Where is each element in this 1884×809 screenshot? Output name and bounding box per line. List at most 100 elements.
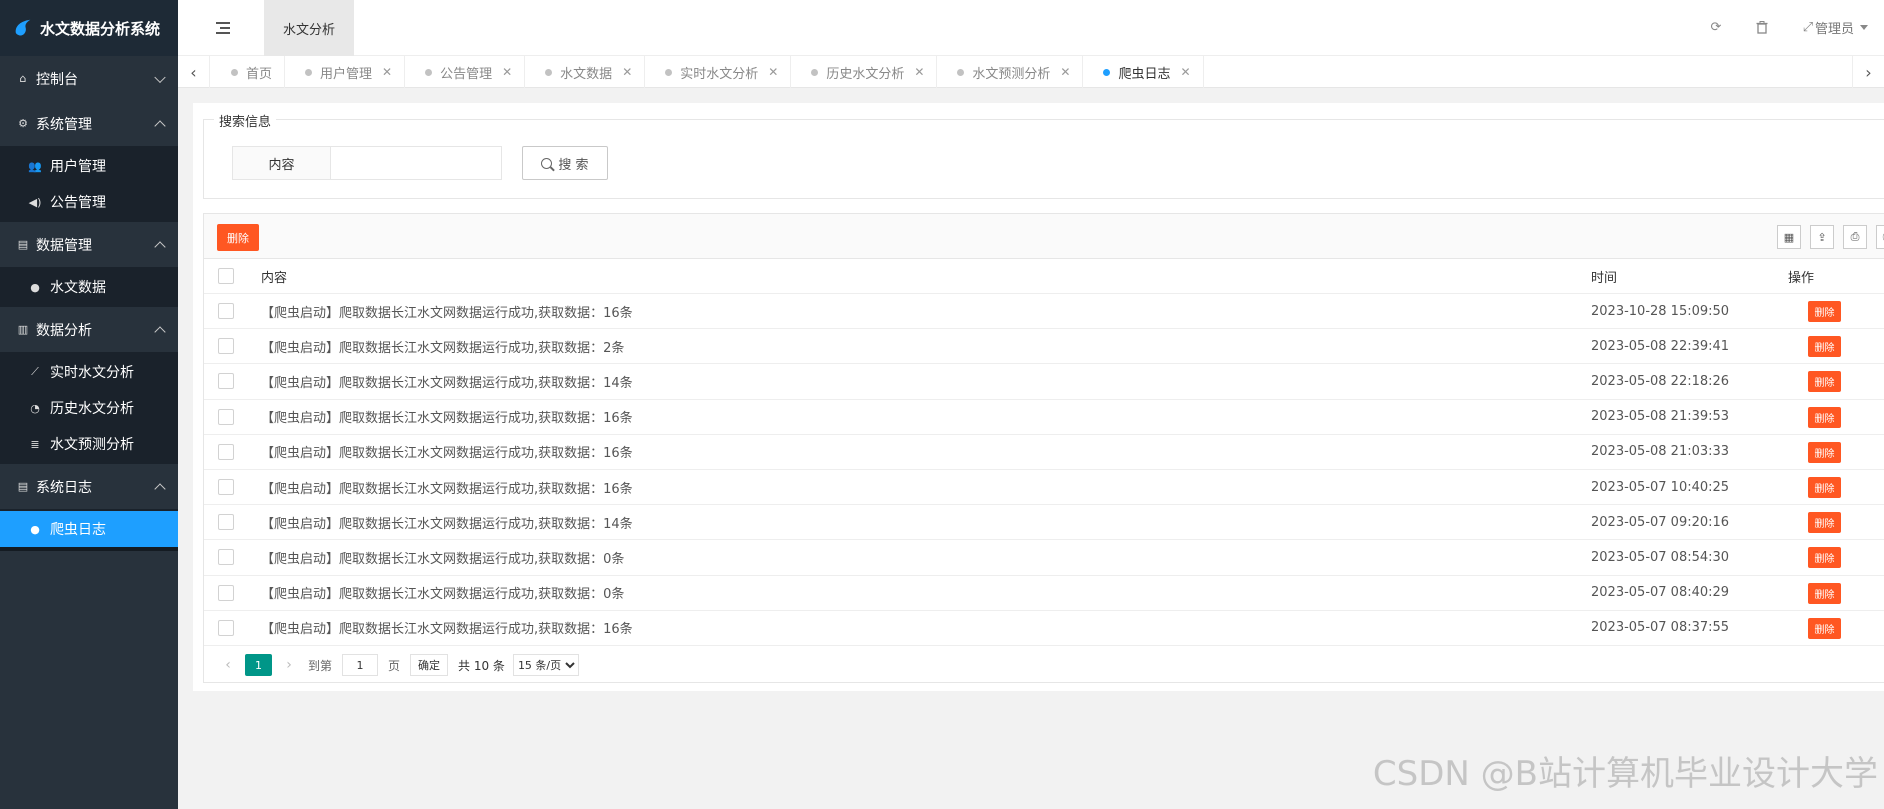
fullscreen-icon[interactable]: ⤢ <box>1800 19 1816 35</box>
row-delete-button[interactable]: 删除 <box>1808 547 1841 569</box>
sidebar-group-logs[interactable]: ▤ 系统日志 <box>0 464 178 509</box>
close-icon[interactable]: ✕ <box>1060 65 1070 79</box>
database-icon: ≣ <box>30 437 40 451</box>
sidebar-item-label: 水文预测分析 <box>50 437 134 453</box>
close-icon[interactable]: ✕ <box>1181 65 1191 79</box>
page-tabs: 首页 用户管理 ✕ 公告管理 ✕ 水文数据 ✕ 实时水文分析 ✕ 历史水文分析 … <box>211 56 1204 88</box>
tab-label: 实时水文分析 <box>680 66 759 82</box>
tab-label: 首页 <box>246 66 273 82</box>
row-checkbox[interactable] <box>218 443 234 460</box>
refresh-icon[interactable]: ⟳ <box>1708 19 1724 35</box>
chevron-up-icon <box>154 240 166 253</box>
next-page-icon[interactable]: › <box>276 657 302 673</box>
sidebar-item-label: 历史水文分析 <box>50 401 134 417</box>
module-tab[interactable]: 水文分析 <box>264 0 354 56</box>
row-delete-button[interactable]: 删除 <box>1808 301 1841 323</box>
table-icon: ▤ <box>17 480 29 493</box>
tabs-scroll-right-icon[interactable]: › <box>1852 56 1884 88</box>
row-checkbox[interactable] <box>218 479 234 496</box>
row-delete-button[interactable]: 删除 <box>1808 617 1841 639</box>
tab-hydro-data[interactable]: 水文数据 ✕ <box>525 56 646 88</box>
sidebar-item-history-analysis[interactable]: ◔ 历史水文分析 <box>0 390 178 426</box>
current-page[interactable]: 1 <box>245 654 272 677</box>
row-delete-button[interactable]: 删除 <box>1808 582 1841 604</box>
row-checkbox[interactable] <box>218 303 234 320</box>
trash-icon[interactable] <box>1754 19 1770 35</box>
row-checkbox[interactable] <box>218 619 234 636</box>
row-content: 【爬虫启动】爬取数据长江水文网数据运行成功,获取数据：2条 <box>261 340 625 356</box>
row-delete-button[interactable]: 删除 <box>1808 441 1841 463</box>
tab-crawler-log[interactable]: 爬虫日志 ✕ <box>1083 56 1204 88</box>
close-icon[interactable]: ✕ <box>502 65 512 79</box>
globe-icon: ● <box>30 522 40 536</box>
content-search-input[interactable] <box>331 147 501 179</box>
row-delete-button[interactable]: 删除 <box>1808 371 1841 393</box>
tab-label: 公告管理 <box>440 66 493 82</box>
tab-forecast-analysis[interactable]: 水文预测分析 ✕ <box>937 56 1084 88</box>
sidebar-group-system[interactable]: ⚙ 系统管理 <box>0 101 178 146</box>
batch-delete-button[interactable]: 删除 <box>217 224 259 251</box>
row-delete-button[interactable]: 删除 <box>1808 512 1841 534</box>
sidebar-divider <box>0 547 178 551</box>
sidebar-item-label: 实时水文分析 <box>50 365 134 381</box>
watermark: CSDN @B站计算机毕业设计大学 <box>1372 754 1878 794</box>
sidebar-group-body: ● 水文数据 <box>0 267 178 307</box>
sidebar-group-data[interactable]: ▤ 数据管理 <box>0 222 178 267</box>
volume-icon: ◀) <box>28 195 42 209</box>
row-checkbox[interactable] <box>218 338 234 355</box>
sidebar-item-label: 水文数据 <box>50 280 106 296</box>
menu-toggle-icon[interactable] <box>216 22 230 34</box>
goto-page-input[interactable] <box>342 654 379 677</box>
row-time: 2023-05-07 08:37:55 <box>1591 620 1730 636</box>
sidebar-group-label: 数据管理 <box>36 237 92 254</box>
info-icon[interactable]: ⓘ <box>1876 225 1884 249</box>
line-chart-icon: ⟋ <box>31 365 39 378</box>
prev-page-icon[interactable]: ‹ <box>215 657 241 673</box>
select-all-checkbox[interactable] <box>218 268 234 284</box>
sidebar-item-hydro-data[interactable]: ● 水文数据 <box>0 269 178 305</box>
page-unit-label: 页 <box>388 658 401 673</box>
tabs-scroll-left-icon[interactable]: ‹ <box>178 56 210 88</box>
table-row: 【爬虫启动】爬取数据长江水文网数据运行成功,获取数据：14条 2023-05-0… <box>204 364 1884 400</box>
tab-realtime-analysis[interactable]: 实时水文分析 ✕ <box>645 56 792 88</box>
tab-home[interactable]: 首页 <box>211 56 286 88</box>
sidebar-item-users[interactable]: 👥 用户管理 <box>0 148 178 184</box>
app-logo[interactable]: 水文数据分析系统 <box>0 0 178 56</box>
page-size-select[interactable]: 15 条/页 <box>512 654 579 677</box>
row-checkbox[interactable] <box>218 514 234 531</box>
row-delete-button[interactable]: 删除 <box>1808 406 1841 428</box>
search-button-label: 搜 索 <box>558 157 589 173</box>
close-icon[interactable]: ✕ <box>914 65 924 79</box>
goto-confirm-button[interactable]: 确定 <box>410 654 449 677</box>
table-row: 【爬虫启动】爬取数据长江水文网数据运行成功,获取数据：16条 2023-05-0… <box>204 470 1884 506</box>
home-icon: ⌂ <box>19 72 27 85</box>
print-icon[interactable]: ⎙ <box>1843 225 1867 249</box>
row-time: 2023-05-08 22:39:41 <box>1591 338 1730 354</box>
export-icon[interactable]: ⇪ <box>1810 225 1834 249</box>
close-icon[interactable]: ✕ <box>768 65 778 79</box>
search-button[interactable]: 搜 索 <box>522 146 608 180</box>
sidebar-item-crawler-log[interactable]: ● 爬虫日志 <box>0 511 178 547</box>
sidebar-item-realtime-analysis[interactable]: ⟋ 实时水文分析 <box>0 354 178 390</box>
close-icon[interactable]: ✕ <box>622 65 632 79</box>
row-checkbox[interactable] <box>218 549 234 566</box>
sidebar-item-forecast-analysis[interactable]: ≣ 水文预测分析 <box>0 426 178 462</box>
tab-history-analysis[interactable]: 历史水文分析 ✕ <box>791 56 938 88</box>
row-delete-button[interactable]: 删除 <box>1808 477 1841 499</box>
tab-notice[interactable]: 公告管理 ✕ <box>405 56 526 88</box>
columns-filter-icon[interactable]: ▦ <box>1777 225 1801 249</box>
row-delete-button[interactable]: 删除 <box>1808 336 1841 358</box>
close-icon[interactable]: ✕ <box>382 65 392 79</box>
user-menu[interactable]: 管理员 <box>1815 18 1868 37</box>
row-checkbox[interactable] <box>218 408 234 425</box>
row-checkbox[interactable] <box>218 584 234 601</box>
globe-icon: ● <box>30 280 40 294</box>
tab-users[interactable]: 用户管理 ✕ <box>285 56 406 88</box>
chevron-up-icon <box>154 325 166 338</box>
sidebar-group-dashboard[interactable]: ⌂ 控制台 <box>0 56 178 101</box>
sidebar-item-notice[interactable]: ◀) 公告管理 <box>0 184 178 220</box>
row-content: 【爬虫启动】爬取数据长江水文网数据运行成功,获取数据：16条 <box>261 446 633 462</box>
row-checkbox[interactable] <box>218 373 234 390</box>
user-name: 管理员 <box>1814 22 1854 37</box>
sidebar-group-analysis[interactable]: ▥ 数据分析 <box>0 307 178 352</box>
